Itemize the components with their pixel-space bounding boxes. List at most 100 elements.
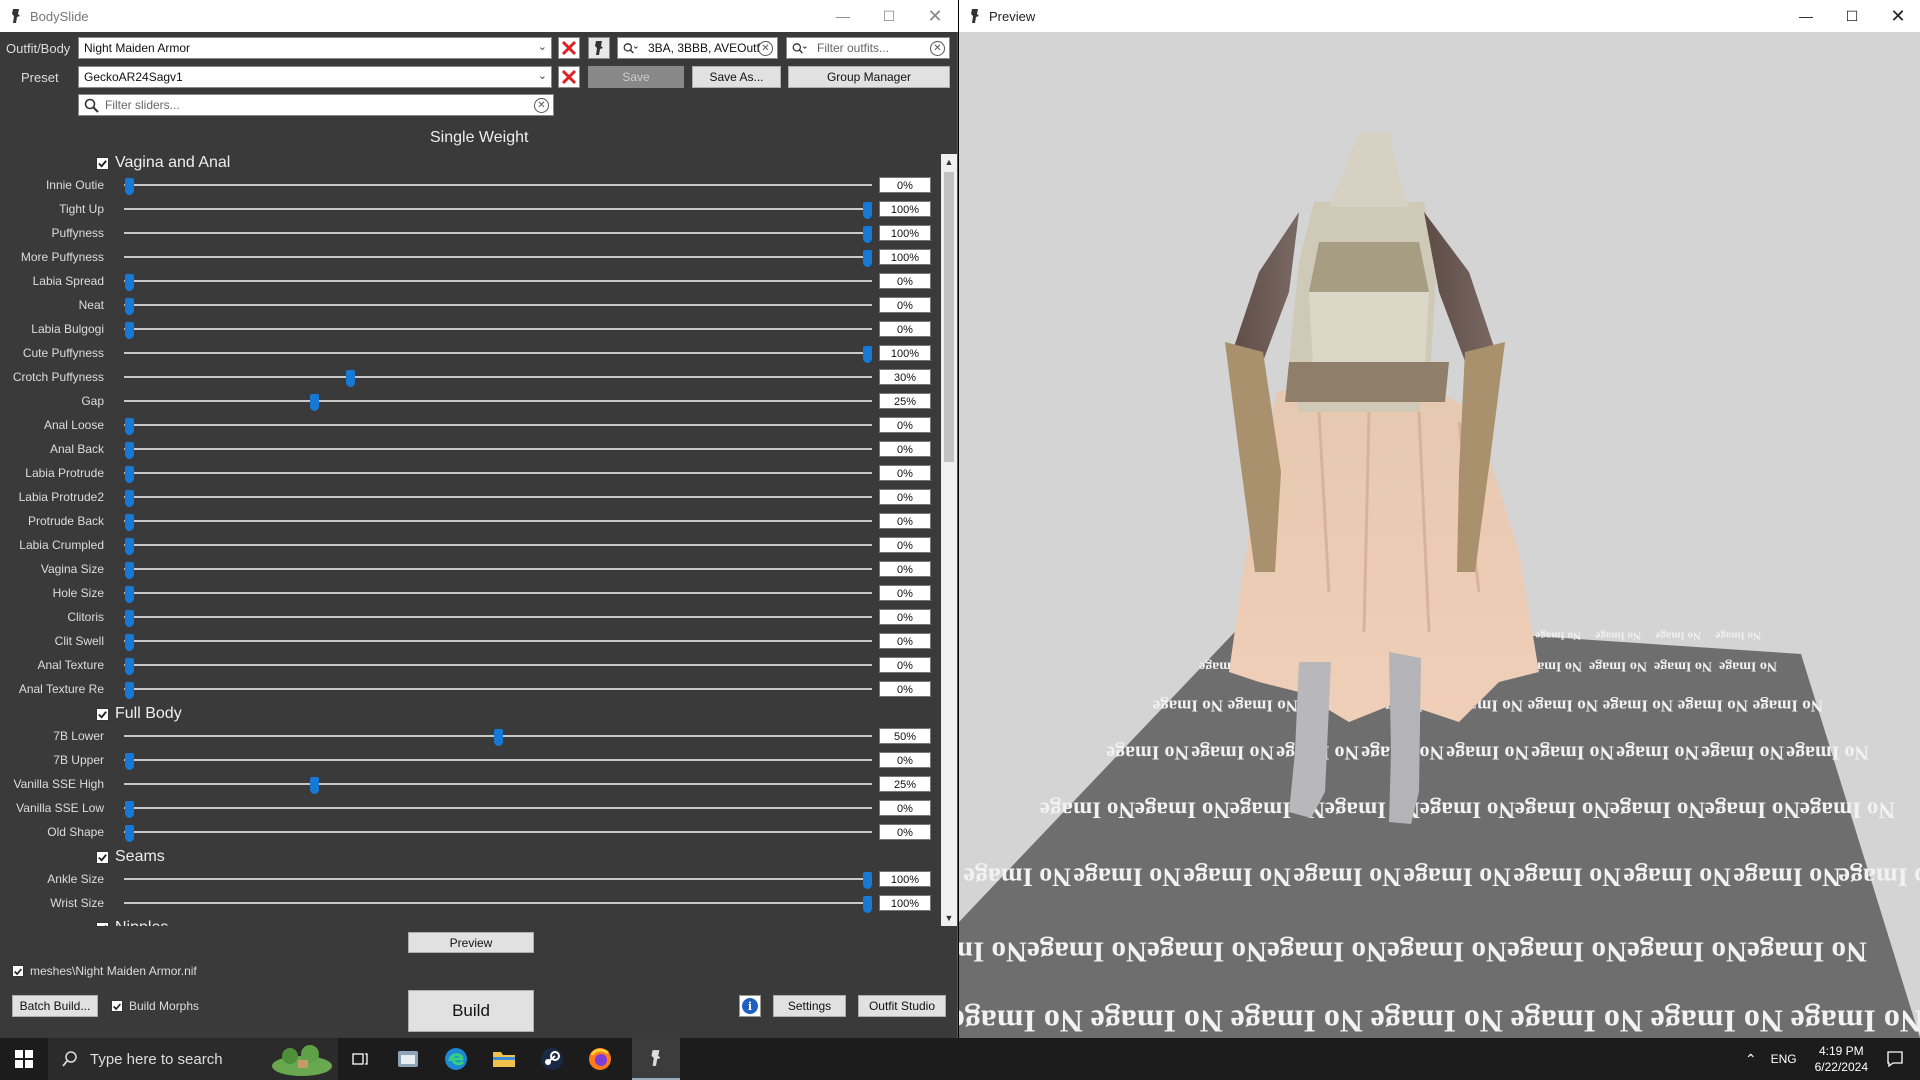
slider-thumb[interactable] (125, 801, 134, 818)
slider-value-field[interactable]: 0% (879, 489, 931, 505)
scrollbar-thumb[interactable] (944, 172, 954, 462)
info-button[interactable]: i (739, 995, 761, 1017)
group-filter-input[interactable]: 3BA, 3BBB, AVEOutfi ✕ (617, 37, 778, 59)
slider-value-field[interactable]: 100% (879, 871, 931, 887)
slider-thumb[interactable] (125, 610, 134, 627)
build-morphs-checkbox[interactable] (111, 1000, 123, 1012)
slider-value-field[interactable]: 25% (879, 776, 931, 792)
batch-build-button[interactable]: Batch Build... (12, 995, 98, 1017)
save-as-button[interactable]: Save As... (692, 66, 781, 88)
group-checkbox[interactable] (96, 850, 109, 864)
slider-track[interactable] (124, 640, 872, 642)
notification-icon[interactable] (1886, 1050, 1904, 1068)
slider-group-header[interactable]: Vagina and Anal (96, 154, 230, 172)
clear-icon[interactable]: ✕ (930, 41, 945, 56)
group-checkbox[interactable] (96, 921, 109, 926)
close-window-button[interactable]: ✕ (1875, 0, 1920, 32)
outfit-studio-button[interactable]: Outfit Studio (858, 995, 946, 1017)
slider-thumb[interactable] (125, 274, 134, 291)
settings-button[interactable]: Settings (773, 995, 846, 1017)
slider-group-header[interactable]: Nipples (96, 919, 168, 926)
taskbar-app-firefox[interactable] (576, 1038, 624, 1080)
slider-value-field[interactable]: 0% (879, 537, 931, 553)
slider-value-field[interactable]: 0% (879, 465, 931, 481)
slider-value-field[interactable]: 0% (879, 824, 931, 840)
slider-thumb[interactable] (125, 298, 134, 315)
scroll-down-icon[interactable]: ▼ (941, 910, 957, 926)
save-preset-button[interactable]: Save (588, 66, 684, 88)
group-select-button[interactable] (588, 37, 610, 59)
slider-track[interactable] (124, 376, 872, 378)
slider-value-field[interactable]: 25% (879, 393, 931, 409)
slider-thumb[interactable] (125, 538, 134, 555)
taskbar-app-bodyslide[interactable] (632, 1038, 680, 1080)
slider-thumb[interactable] (494, 729, 503, 746)
slider-thumb[interactable] (125, 418, 134, 435)
clear-icon[interactable]: ✕ (758, 41, 773, 56)
slider-value-field[interactable]: 0% (879, 585, 931, 601)
slider-track[interactable] (124, 616, 872, 618)
slider-track[interactable] (124, 759, 872, 761)
slider-thumb[interactable] (125, 753, 134, 770)
slider-value-field[interactable]: 0% (879, 800, 931, 816)
preview-button[interactable]: Preview (408, 932, 534, 953)
slider-track[interactable] (124, 783, 872, 785)
slider-thumb[interactable] (125, 442, 134, 459)
taskbar-app-explorer-alt[interactable] (384, 1038, 432, 1080)
slider-value-field[interactable]: 0% (879, 417, 931, 433)
task-view-button[interactable] (336, 1038, 384, 1080)
slider-value-field[interactable]: 100% (879, 249, 931, 265)
slider-thumb[interactable] (309, 394, 319, 411)
slider-value-field[interactable]: 100% (879, 895, 931, 911)
slider-filter-input[interactable]: Filter sliders... ✕ (78, 94, 554, 116)
checkbox-checked[interactable] (12, 965, 24, 977)
maximize-button[interactable]: ☐ (866, 0, 912, 32)
slider-value-field[interactable]: 0% (879, 561, 931, 577)
slider-group-header[interactable]: Seams (96, 848, 165, 866)
slider-value-field[interactable]: 0% (879, 273, 931, 289)
taskbar-app-steam[interactable] (528, 1038, 576, 1080)
slider-thumb[interactable] (125, 658, 134, 675)
slider-value-field[interactable]: 0% (879, 177, 931, 193)
slider-track[interactable] (124, 688, 872, 690)
slider-thumb[interactable] (863, 872, 872, 889)
slider-value-field[interactable]: 50% (879, 728, 931, 744)
minimize-button[interactable]: — (1783, 0, 1829, 32)
slider-thumb[interactable] (125, 562, 134, 579)
slider-thumb[interactable] (125, 682, 134, 699)
slider-thumb[interactable] (125, 466, 134, 483)
maximize-button[interactable]: ☐ (1829, 0, 1875, 32)
slider-group-header[interactable]: Full Body (96, 705, 182, 723)
outfit-body-select[interactable]: Night Maiden Armor ⌄ (78, 37, 552, 59)
preview-3d-viewport[interactable]: No Image No Image No Image No ImageNo Image… (959, 32, 1920, 1038)
slider-value-field[interactable]: 0% (879, 609, 931, 625)
slider-track[interactable] (124, 902, 872, 904)
preset-select[interactable]: GeckoAR24Sagv1 ⌄ (78, 66, 552, 88)
minimize-button[interactable]: — (820, 0, 866, 32)
slider-track[interactable] (124, 831, 872, 833)
slider-track[interactable] (124, 400, 872, 402)
slider-track[interactable] (124, 592, 872, 594)
slider-thumb[interactable] (125, 322, 134, 339)
slider-thumb[interactable] (309, 777, 319, 794)
slider-track[interactable] (124, 664, 872, 666)
slider-thumb[interactable] (863, 896, 872, 913)
slider-value-field[interactable]: 30% (879, 369, 931, 385)
slider-track[interactable] (124, 472, 872, 474)
group-checkbox[interactable] (96, 156, 109, 170)
slider-scrollbar[interactable]: ▲ ▼ (941, 154, 957, 926)
slider-track[interactable] (124, 544, 872, 546)
slider-thumb[interactable] (125, 825, 134, 842)
slider-track[interactable] (124, 232, 872, 234)
slider-track[interactable] (124, 256, 872, 258)
slider-thumb[interactable] (863, 346, 872, 363)
slider-value-field[interactable]: 0% (879, 513, 931, 529)
group-manager-button[interactable]: Group Manager (788, 66, 950, 88)
slider-value-field[interactable]: 100% (879, 201, 931, 217)
slider-thumb[interactable] (125, 634, 134, 651)
slider-track[interactable] (124, 304, 872, 306)
remove-outfit-button[interactable] (558, 37, 580, 59)
slider-track[interactable] (124, 424, 872, 426)
slider-value-field[interactable]: 0% (879, 657, 931, 673)
chevron-up-icon[interactable]: ⌃ (1745, 1051, 1757, 1068)
